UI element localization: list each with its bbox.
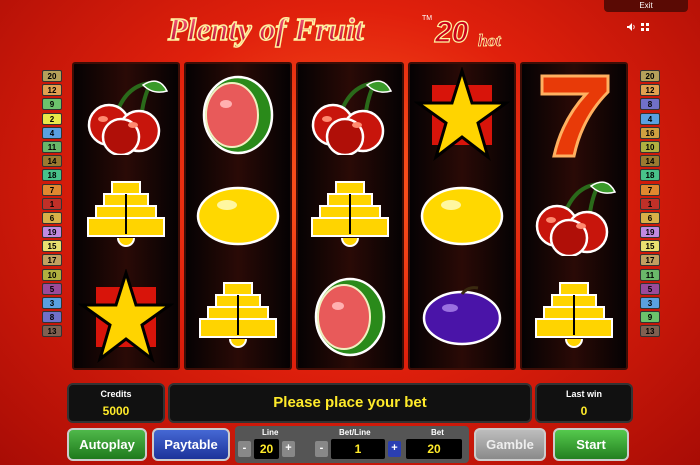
payline-badge-10: 10: [42, 268, 62, 281]
bell-icon: [526, 269, 622, 365]
title-trademark: TM: [422, 15, 432, 22]
start-button[interactable]: Start: [553, 428, 629, 461]
payline-badge-18: 18: [640, 169, 660, 182]
payline-badge-1: 1: [42, 197, 62, 210]
reel-2: [184, 62, 292, 370]
line-value: 20: [254, 439, 279, 459]
payline-badge-14: 14: [640, 155, 660, 168]
payline-indicators-right: 20 12 8 4 16 10 14 18 7 1 6 19 15 17 11 5 3 9 13: [640, 70, 660, 340]
payline-badge-14: 14: [42, 155, 62, 168]
bet-per-line-label: Bet/Line: [339, 428, 371, 437]
line-label: Line: [262, 428, 279, 437]
payline-badge-5: 5: [42, 282, 62, 295]
title-suffix: hot: [478, 31, 502, 50]
bell-icon: [302, 168, 398, 264]
line-increase-button[interactable]: +: [282, 441, 295, 457]
payline-badge-11: 11: [640, 268, 660, 281]
bet-per-line-increase-button[interactable]: +: [388, 441, 401, 457]
last-win-value: 0: [580, 404, 588, 418]
payline-badge-18: 18: [42, 169, 62, 182]
payline-badge-19: 19: [42, 226, 62, 239]
reel-1: [72, 62, 180, 370]
game-title: Plenty of Fruit TM 20 hot: [0, 6, 700, 52]
bet-panel: Line - 20 + Bet/Line - 1 + Bet 20: [235, 426, 469, 463]
payline-badge-6: 6: [42, 211, 62, 224]
payline-badge-2: 2: [42, 112, 62, 125]
reel-5: [520, 62, 628, 370]
payline-badge-10: 10: [640, 140, 660, 153]
cherries-icon: [78, 67, 174, 163]
payline-badge-12: 12: [640, 84, 660, 97]
payline-badge-6: 6: [640, 211, 660, 224]
payline-badge-8: 8: [640, 98, 660, 111]
payline-badge-12: 12: [42, 84, 62, 97]
payline-badge-11: 11: [42, 140, 62, 153]
payline-badge-4: 4: [42, 126, 62, 139]
payline-badge-3: 3: [640, 297, 660, 309]
line-decrease-button[interactable]: -: [238, 441, 251, 457]
payline-badge-13: 13: [42, 325, 62, 338]
reel-4: [408, 62, 516, 370]
exit-button[interactable]: Exit: [604, 0, 688, 12]
payline-badge-1: 1: [640, 197, 660, 210]
bet-value: 20: [406, 439, 462, 459]
payline-badge-19: 19: [640, 226, 660, 239]
lemon-icon: [414, 168, 510, 264]
title-text: Plenty of Fruit: [167, 11, 365, 47]
payline-badge-5: 5: [640, 282, 660, 295]
payline-badge-16: 16: [640, 126, 660, 139]
fullscreen-icon[interactable]: [640, 22, 650, 32]
cherries-icon: [526, 168, 622, 264]
payline-badge-3: 3: [42, 297, 62, 309]
bet-per-line-value: 1: [331, 439, 385, 459]
autoplay-button[interactable]: Autoplay: [67, 428, 147, 461]
seven-icon: [526, 67, 622, 163]
status-message: Please place your bet: [168, 383, 532, 423]
reels-area[interactable]: [70, 62, 630, 370]
star-icon: [78, 269, 174, 365]
paytable-button[interactable]: Paytable: [152, 428, 230, 461]
payline-badge-9: 9: [640, 311, 660, 324]
bell-icon: [190, 269, 286, 365]
watermelon-icon: [190, 67, 286, 163]
payline-badge-7: 7: [640, 183, 660, 196]
speaker-icon[interactable]: [626, 22, 636, 32]
cherries-icon: [302, 67, 398, 163]
bet-per-line-decrease-button[interactable]: -: [315, 441, 328, 457]
title-number: 20: [434, 16, 469, 49]
payline-badge-9: 9: [42, 98, 62, 111]
reel-3: [296, 62, 404, 370]
gamble-button[interactable]: Gamble: [474, 428, 546, 461]
watermelon-icon: [302, 269, 398, 365]
payline-badge-17: 17: [640, 254, 660, 267]
payline-badge-15: 15: [42, 240, 62, 253]
payline-badge-13: 13: [640, 325, 660, 338]
credits-display: Credits 5000: [67, 383, 165, 423]
plum-icon: [414, 269, 510, 365]
payline-indicators-left: 20 12 9 2 4 11 14 18 7 1 6 19 15 17 10 5 3 8 13: [42, 70, 62, 340]
payline-badge-8: 8: [42, 311, 62, 324]
payline-badge-20: 20: [42, 70, 62, 82]
payline-badge-17: 17: [42, 254, 62, 267]
payline-badge-7: 7: [42, 183, 62, 196]
credits-label: Credits: [100, 389, 132, 399]
payline-badge-4: 4: [640, 112, 660, 125]
star-icon: [414, 66, 510, 163]
payline-badge-20: 20: [640, 70, 660, 82]
payline-badge-15: 15: [640, 240, 660, 253]
last-win-label: Last win: [565, 389, 602, 399]
bet-label: Bet: [431, 428, 444, 437]
lemon-icon: [190, 168, 286, 264]
last-win-display: Last win 0: [535, 383, 633, 423]
bell-icon: [78, 168, 174, 264]
credits-value: 5000: [102, 404, 130, 418]
